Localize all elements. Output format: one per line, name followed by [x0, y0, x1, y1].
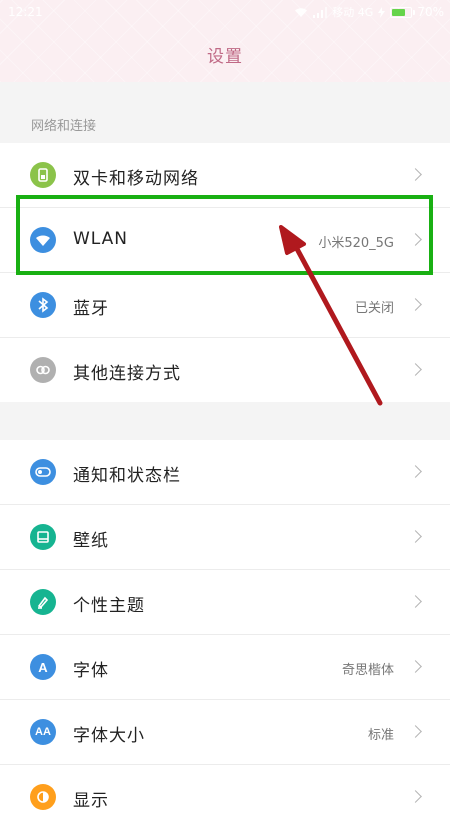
font-icon: A	[30, 654, 56, 680]
top-header: 12:21 移动 4G 70% 设置	[0, 0, 450, 82]
status-right: 移动 4G 70%	[294, 4, 444, 20]
font-size-icon: AA	[30, 719, 56, 745]
charging-icon	[378, 6, 386, 18]
settings-item-label: 其他连接方式	[73, 364, 181, 384]
settings-item-label: 字体大小	[73, 726, 145, 746]
settings-item-label: 个性主题	[73, 596, 145, 616]
settings-item-notifications[interactable]: 通知和状态栏	[0, 440, 450, 505]
settings-item-font-size[interactable]: AA 字体大小 标准	[0, 700, 450, 765]
chevron-right-icon	[409, 660, 422, 673]
settings-item-label: 壁纸	[73, 531, 109, 551]
chevron-right-icon	[409, 363, 422, 376]
settings-item-value: 奇思楷体	[341, 663, 394, 678]
settings-item-bluetooth[interactable]: 蓝牙 已关闭	[0, 273, 450, 338]
status-time: 12:21	[8, 5, 43, 19]
bluetooth-icon	[30, 292, 56, 318]
settings-item-value: 标准	[367, 728, 394, 743]
settings-item-label: 显示	[73, 791, 109, 811]
settings-group-display: 通知和状态栏 壁纸 个性主题 A 字体 奇思楷体 AA 字体大小 标准 显示	[0, 440, 450, 829]
chevron-right-icon	[409, 725, 422, 738]
wallpaper-icon	[30, 524, 56, 550]
carrier-label: 移动 4G	[332, 6, 374, 19]
brush-icon	[30, 589, 56, 615]
chevron-right-icon	[409, 530, 422, 543]
settings-item-value: 已关闭	[354, 301, 394, 316]
wifi-status-icon	[295, 7, 308, 17]
settings-item-display[interactable]: 显示	[0, 765, 450, 829]
chevron-right-icon	[409, 168, 422, 181]
battery-level	[392, 8, 405, 16]
settings-item-label: 字体	[73, 661, 109, 681]
sim-card-icon	[30, 162, 56, 188]
chevron-right-icon	[409, 298, 422, 311]
settings-item-other-connections[interactable]: 其他连接方式	[0, 338, 450, 402]
battery-percent: 70%	[417, 5, 444, 19]
display-icon	[30, 784, 56, 810]
settings-item-label: 通知和状态栏	[73, 466, 181, 486]
settings-item-themes[interactable]: 个性主题	[0, 570, 450, 635]
signal-icon	[313, 6, 328, 18]
link-icon	[30, 357, 56, 383]
settings-item-label: 双卡和移动网络	[73, 169, 199, 189]
toggle-icon	[30, 459, 56, 485]
highlight-box	[16, 195, 433, 275]
settings-item-wallpaper[interactable]: 壁纸	[0, 505, 450, 570]
chevron-right-icon	[409, 790, 422, 803]
chevron-right-icon	[409, 465, 422, 478]
settings-item-font[interactable]: A 字体 奇思楷体	[0, 635, 450, 700]
chevron-right-icon	[409, 595, 422, 608]
section-title-network: 网络和连接	[31, 119, 97, 134]
settings-item-label: 蓝牙	[73, 299, 109, 319]
status-bar: 12:21 移动 4G 70%	[0, 0, 450, 24]
battery-icon	[390, 6, 416, 18]
page-title: 设置	[207, 47, 243, 67]
